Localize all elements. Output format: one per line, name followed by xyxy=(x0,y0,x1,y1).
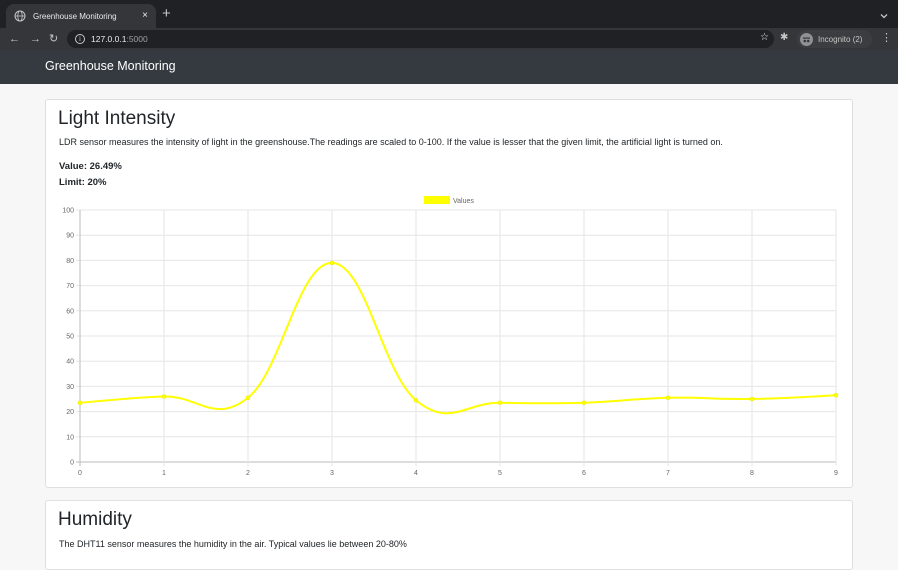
y-tick-label: 100 xyxy=(62,208,74,215)
back-icon[interactable]: ← xyxy=(9,31,20,47)
x-tick-label: 9 xyxy=(834,470,838,477)
close-tab-icon[interactable]: × xyxy=(142,11,148,21)
y-tick-label: 70 xyxy=(66,283,74,290)
light-intensity-card: Light Intensity LDR sensor measures the … xyxy=(45,99,853,488)
data-point xyxy=(161,394,167,399)
browser-toolbar: ← → ↻ i 127.0.0.1:5000 ☆ ✱ Incognito (2)… xyxy=(0,28,898,50)
browser-menu-icon[interactable]: ⋮ xyxy=(881,32,892,44)
data-point xyxy=(665,395,671,400)
data-point xyxy=(77,400,83,406)
data-point xyxy=(833,392,839,398)
humidity-title: Humidity xyxy=(58,509,132,530)
url-port: :5000 xyxy=(126,34,148,44)
new-tab-icon[interactable]: + xyxy=(162,6,171,22)
y-tick-label: 50 xyxy=(66,334,74,341)
forward-icon[interactable]: → xyxy=(30,31,41,47)
y-tick-label: 20 xyxy=(66,409,74,416)
x-tick-label: 4 xyxy=(414,470,418,477)
y-tick-label: 10 xyxy=(66,434,74,441)
data-point xyxy=(497,400,503,406)
data-point xyxy=(329,260,335,266)
reload-icon[interactable]: ↻ xyxy=(49,31,58,47)
data-point xyxy=(581,400,587,406)
y-tick-label: 60 xyxy=(66,308,74,315)
incognito-icon xyxy=(800,32,813,46)
y-tick-label: 90 xyxy=(66,233,74,240)
humidity-description: The DHT11 sensor measures the humidity i… xyxy=(59,539,407,549)
chevron-down-icon[interactable] xyxy=(879,8,889,19)
data-point xyxy=(245,395,251,400)
x-tick-label: 3 xyxy=(330,470,334,477)
app-navbar: Greenhouse Monitoring xyxy=(0,50,898,84)
y-tick-label: 30 xyxy=(66,384,74,391)
url-host: 127.0.0.1 xyxy=(91,34,127,44)
x-tick-label: 6 xyxy=(582,470,586,477)
x-tick-label: 7 xyxy=(666,470,670,477)
extensions-icon[interactable]: ✱ xyxy=(780,32,788,43)
x-tick-label: 2 xyxy=(246,470,250,477)
globe-icon xyxy=(14,10,26,22)
navbar-brand[interactable]: Greenhouse Monitoring xyxy=(45,59,176,73)
bookmark-star-icon[interactable]: ☆ xyxy=(760,32,769,43)
x-tick-label: 5 xyxy=(498,470,502,477)
browser-tab[interactable]: Greenhouse Monitoring × xyxy=(6,4,156,28)
data-point xyxy=(749,396,755,402)
address-bar[interactable]: i 127.0.0.1:5000 ☆ xyxy=(67,30,774,48)
legend-label: Values xyxy=(453,198,474,205)
y-tick-label: 0 xyxy=(70,460,74,467)
y-tick-label: 80 xyxy=(66,258,74,265)
browser-tab-strip: Greenhouse Monitoring × + xyxy=(0,0,898,28)
x-tick-label: 0 xyxy=(78,470,82,477)
humidity-card: Humidity The DHT11 sensor measures the h… xyxy=(45,500,853,570)
x-tick-label: 8 xyxy=(750,470,754,477)
light-chart: 0 10 20 30 40 50 60 70 80 90 100 0 1 2 3 4 5 6 7 8 9 Values xyxy=(62,196,839,477)
legend-swatch xyxy=(424,196,450,204)
tab-title: Greenhouse Monitoring xyxy=(33,11,117,21)
info-icon[interactable]: i xyxy=(75,34,85,44)
incognito-button[interactable]: Incognito (2) xyxy=(797,30,872,48)
incognito-label: Incognito (2) xyxy=(818,34,863,44)
y-tick-label: 40 xyxy=(66,359,74,366)
x-tick-label: 1 xyxy=(162,470,166,477)
data-point xyxy=(413,398,419,403)
